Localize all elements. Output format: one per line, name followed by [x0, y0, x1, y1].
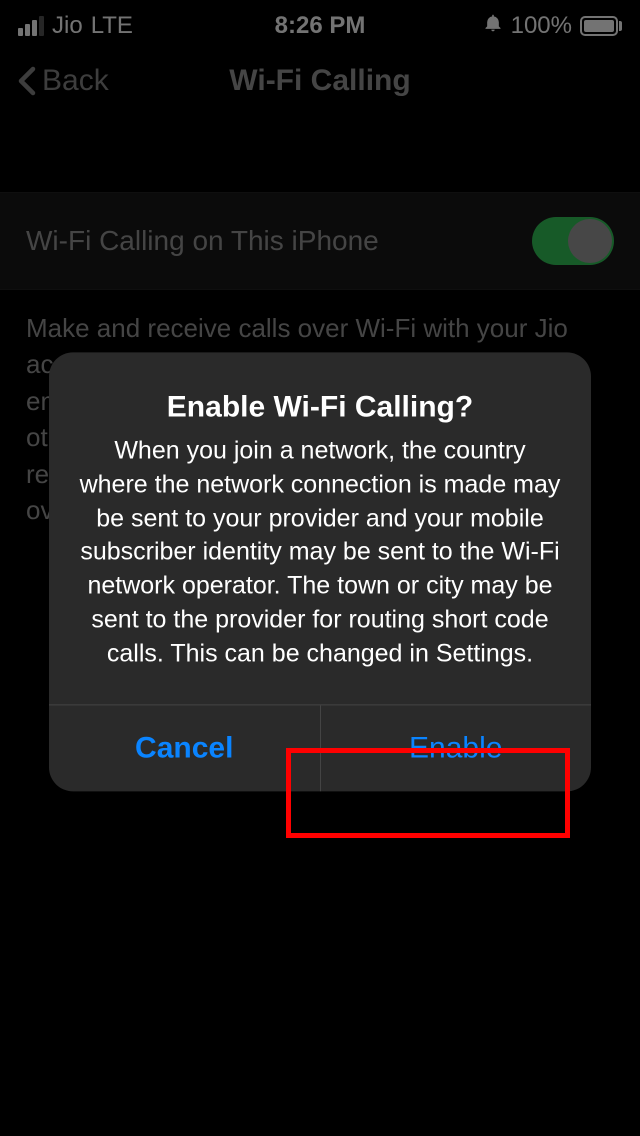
alert-buttons: Cancel Enable	[49, 705, 591, 792]
alert-message: When you join a network, the country whe…	[77, 434, 563, 670]
alert-dialog: Enable Wi-Fi Calling? When you join a ne…	[49, 352, 591, 791]
alert-title: Enable Wi-Fi Calling?	[77, 390, 563, 424]
cancel-button[interactable]: Cancel	[49, 706, 321, 792]
enable-button[interactable]: Enable	[321, 706, 592, 792]
alert-content: Enable Wi-Fi Calling? When you join a ne…	[49, 352, 591, 704]
